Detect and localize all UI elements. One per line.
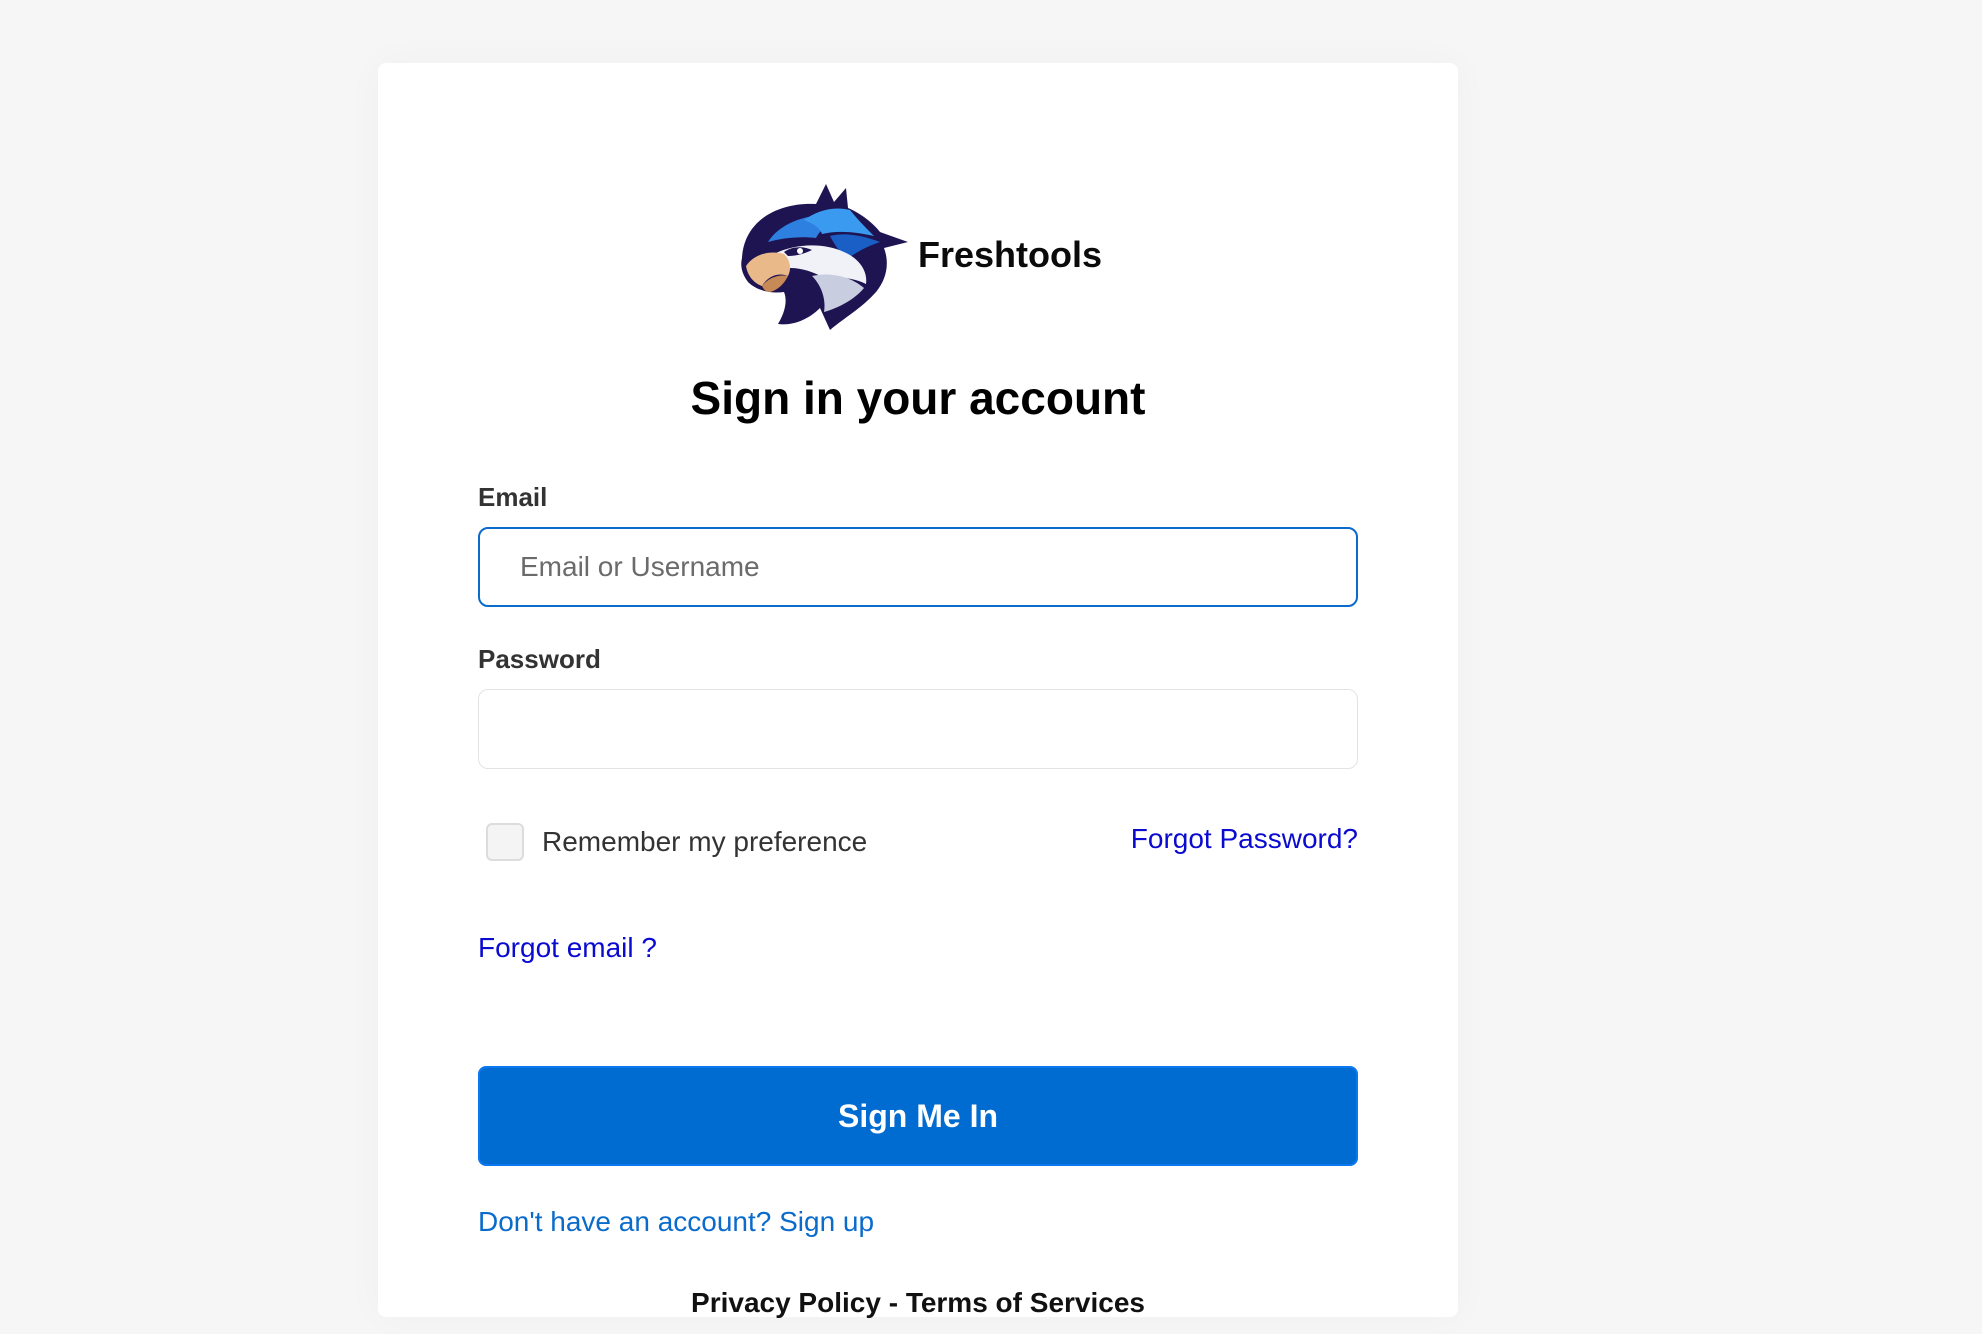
remember-label: Remember my preference xyxy=(542,826,868,857)
remember-checkbox[interactable] xyxy=(486,823,524,861)
footer-links: Privacy Policy - Terms of Services xyxy=(378,1287,1458,1319)
login-card: Freshtools Sign in your account Email Pa… xyxy=(378,63,1458,1319)
remember-preference-row[interactable]: Remember my preference xyxy=(486,823,867,861)
sign-in-button[interactable]: Sign Me In xyxy=(478,1066,1358,1166)
eagle-head-logo-icon xyxy=(741,184,908,330)
sign-up-link[interactable]: Don't have an account? Sign up xyxy=(478,1206,874,1238)
brand-name: Freshtools xyxy=(917,233,1103,275)
brand-header: Freshtools xyxy=(378,180,1458,335)
email-label: Email xyxy=(478,482,548,512)
forgot-password-link[interactable]: Forgot Password? xyxy=(1131,823,1358,855)
footer-separator: - xyxy=(880,1287,906,1318)
email-input[interactable] xyxy=(478,527,1358,607)
page-title: Sign in your account xyxy=(690,372,1146,424)
password-label: Password xyxy=(478,644,601,674)
password-input[interactable] xyxy=(478,689,1358,769)
forgot-email-link[interactable]: Forgot email ? xyxy=(478,932,657,964)
privacy-policy-link[interactable]: Privacy Policy xyxy=(691,1287,881,1318)
terms-of-services-link[interactable]: Terms of Services xyxy=(906,1287,1145,1318)
